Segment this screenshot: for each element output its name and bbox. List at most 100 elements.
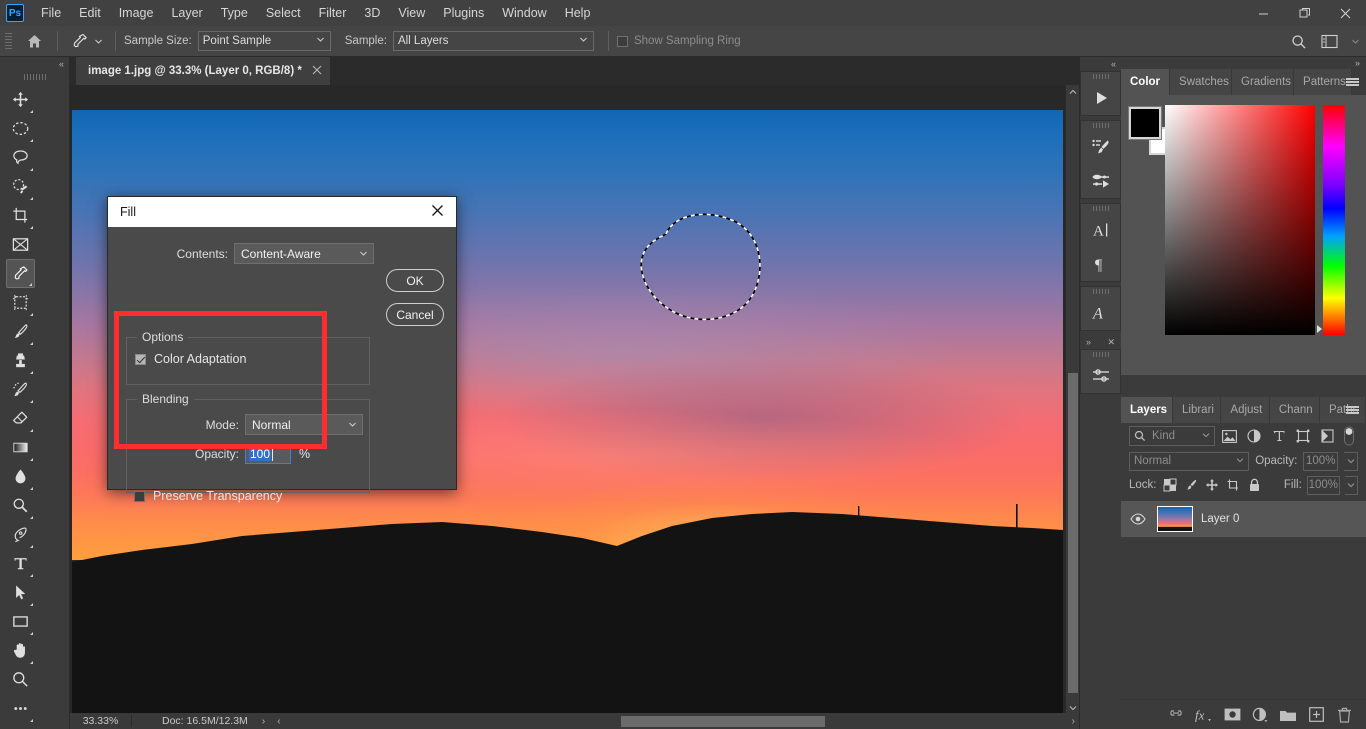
layer-style-fx-icon[interactable]: fx: [1192, 703, 1216, 727]
mode-select[interactable]: Normal: [245, 414, 363, 435]
color-adaptation-checkbox[interactable]: Color Adaptation: [135, 352, 246, 366]
adjustment-filter-icon[interactable]: [1245, 426, 1263, 446]
clone-stamp-tool[interactable]: [6, 346, 35, 375]
dock-grip[interactable]: [1081, 121, 1120, 130]
frame-tool[interactable]: [6, 230, 35, 259]
paragraph-panel-icon[interactable]: ¶: [1081, 247, 1121, 281]
contents-select[interactable]: Content-Aware: [234, 243, 374, 264]
tab-color[interactable]: Color: [1121, 69, 1171, 95]
opacity-chevron-icon[interactable]: [1344, 451, 1358, 471]
layer-visibility-eye-icon[interactable]: [1127, 513, 1149, 525]
rectangle-tool[interactable]: [6, 607, 35, 636]
path-selection-tool[interactable]: [6, 578, 35, 607]
elliptical-marquee-tool[interactable]: [6, 114, 35, 143]
toolbar-grip[interactable]: [0, 71, 69, 83]
dock-grip[interactable]: [1081, 72, 1120, 81]
restore-button[interactable]: [1284, 0, 1325, 26]
pixel-filter-icon[interactable]: [1221, 426, 1239, 446]
spot-healing-brush-tool[interactable]: [6, 288, 35, 317]
lock-artboard-icon[interactable]: [1225, 475, 1241, 495]
document-tab[interactable]: image 1.jpg @ 33.3% (Layer 0, RGB/8) *: [76, 57, 330, 85]
hue-strip[interactable]: [1323, 105, 1345, 335]
dock-grip[interactable]: [1081, 204, 1120, 213]
eraser-tool[interactable]: [6, 404, 35, 433]
history-brush-tool[interactable]: [6, 375, 35, 404]
close-icon[interactable]: [312, 65, 322, 78]
menu-select[interactable]: Select: [257, 2, 310, 24]
vertical-scroll-thumb[interactable]: [1068, 373, 1078, 693]
shape-filter-icon[interactable]: [1294, 426, 1312, 446]
panel-menu-icon[interactable]: [1342, 397, 1362, 423]
color-field[interactable]: [1165, 105, 1315, 335]
zoom-tool[interactable]: [6, 665, 35, 694]
workspace-switcher-icon[interactable]: [1314, 26, 1344, 57]
menu-plugins[interactable]: Plugins: [434, 2, 493, 24]
object-selection-tool[interactable]: [6, 172, 35, 201]
character-panel-icon[interactable]: A: [1081, 213, 1121, 247]
crop-tool[interactable]: [6, 201, 35, 230]
layer-opacity-value[interactable]: 100%: [1303, 451, 1339, 471]
scroll-up-icon[interactable]: [1066, 85, 1080, 99]
close-button[interactable]: [1325, 0, 1366, 26]
lock-transparency-icon[interactable]: [1162, 475, 1178, 495]
menu-view[interactable]: View: [389, 2, 434, 24]
tab-gradients[interactable]: Gradients: [1232, 69, 1295, 95]
minimize-button[interactable]: [1243, 0, 1284, 26]
tab-adjustments[interactable]: Adjust: [1221, 397, 1270, 423]
ok-button[interactable]: OK: [386, 269, 444, 292]
expand-panels-icon[interactable]: »: [1086, 337, 1091, 347]
tab-channels[interactable]: Chann: [1269, 397, 1320, 423]
dodge-tool[interactable]: [6, 491, 35, 520]
foreground-color-swatch[interactable]: [1128, 106, 1162, 140]
pen-tool[interactable]: [6, 520, 35, 549]
lock-all-icon[interactable]: [1247, 475, 1263, 495]
menu-filter[interactable]: Filter: [310, 2, 356, 24]
menu-help[interactable]: Help: [556, 2, 600, 24]
tab-layers[interactable]: Layers: [1121, 397, 1173, 423]
layer-row[interactable]: Layer 0: [1121, 501, 1366, 537]
search-icon[interactable]: [1284, 26, 1314, 57]
options-bar-grip[interactable]: [3, 31, 13, 51]
horizontal-type-tool[interactable]: [6, 549, 35, 578]
move-tool[interactable]: [6, 85, 35, 114]
fill-chevron-icon[interactable]: [1344, 475, 1358, 495]
adjustments-panel-icon[interactable]: [1081, 359, 1121, 393]
menu-window[interactable]: Window: [493, 2, 555, 24]
zoom-level[interactable]: 33.33%: [70, 715, 132, 727]
menu-image[interactable]: Image: [110, 2, 163, 24]
tab-libraries[interactable]: Librari: [1173, 397, 1222, 423]
new-layer-icon[interactable]: [1304, 703, 1328, 727]
scroll-left-icon[interactable]: ‹: [277, 716, 280, 727]
eyedropper-tool[interactable]: [6, 259, 35, 288]
smart-object-filter-icon[interactable]: [1318, 426, 1336, 446]
lock-image-icon[interactable]: [1183, 475, 1199, 495]
lasso-tool[interactable]: [6, 143, 35, 172]
gradient-tool[interactable]: [6, 433, 35, 462]
glyphs-panel-icon[interactable]: A: [1081, 296, 1121, 330]
layer-name[interactable]: Layer 0: [1201, 513, 1239, 525]
tab-swatches[interactable]: Swatches: [1170, 69, 1233, 95]
hand-tool[interactable]: [6, 636, 35, 665]
horizontal-scroll-thumb[interactable]: [621, 715, 825, 727]
collapse-toolbar-button[interactable]: «: [0, 57, 69, 71]
dock-grip[interactable]: [1081, 287, 1120, 296]
scroll-right-icon[interactable]: ›: [1072, 716, 1079, 727]
new-group-icon[interactable]: [1276, 703, 1300, 727]
menu-file[interactable]: File: [32, 2, 70, 24]
menu-edit[interactable]: Edit: [70, 2, 110, 24]
collapse-panels-button[interactable]: »: [1121, 57, 1366, 69]
lock-position-icon[interactable]: [1204, 475, 1220, 495]
preserve-transparency-checkbox[interactable]: Preserve Transparency: [134, 489, 282, 503]
menu-layer[interactable]: Layer: [162, 2, 211, 24]
fill-dialog[interactable]: Fill Contents: Content-Aware OK Cancel O…: [107, 196, 457, 503]
show-sampling-ring-checkbox[interactable]: Show Sampling Ring: [616, 35, 741, 47]
add-mask-icon[interactable]: [1220, 703, 1244, 727]
menu-3d[interactable]: 3D: [355, 2, 389, 24]
brush-settings-panel-icon[interactable]: [1081, 130, 1121, 164]
cancel-button[interactable]: Cancel: [386, 303, 444, 326]
edit-toolbar-button[interactable]: [6, 694, 35, 723]
workspace-chevron-icon[interactable]: [1344, 26, 1366, 57]
horizontal-scrollbar[interactable]: ‹ ›: [265, 715, 1079, 727]
close-icon[interactable]: [426, 204, 448, 220]
brush-tool[interactable]: [6, 317, 35, 346]
